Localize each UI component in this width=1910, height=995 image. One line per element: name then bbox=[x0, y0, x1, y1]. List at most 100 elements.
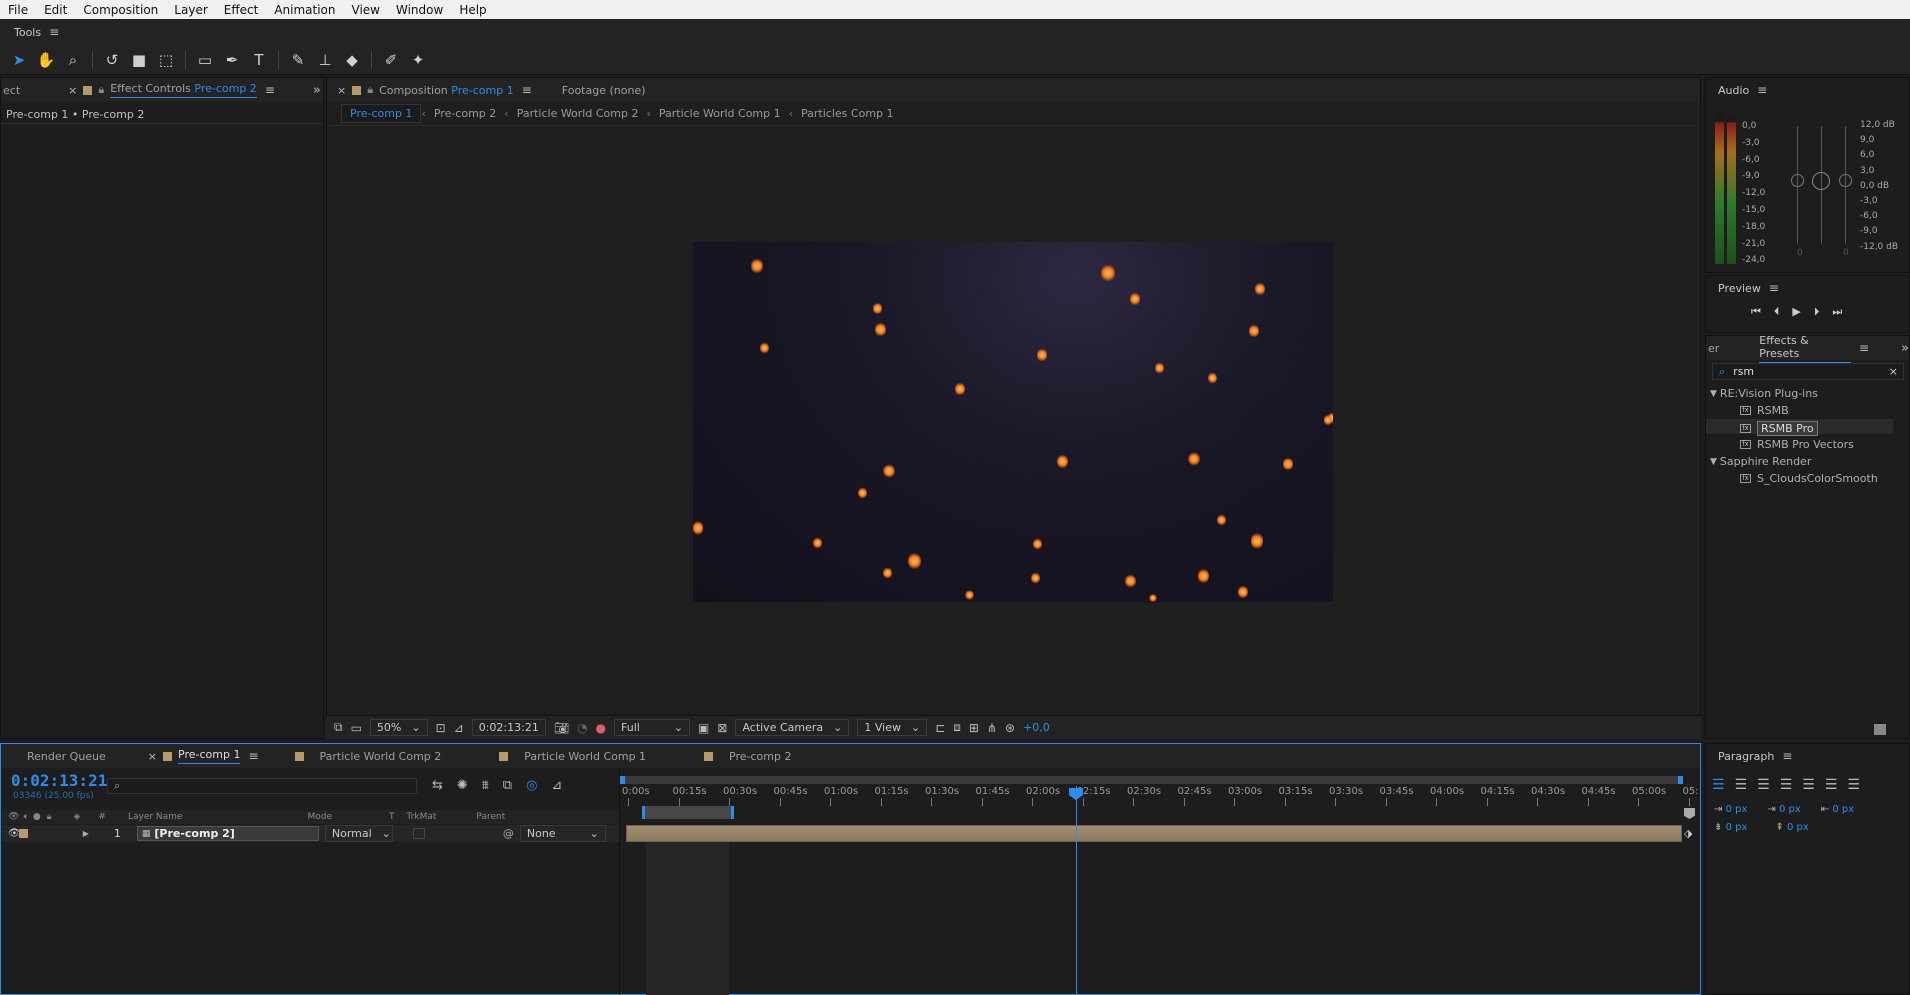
layer-duration-bar[interactable] bbox=[626, 825, 1682, 842]
tab-pre-comp-2[interactable]: Pre-comp 2 bbox=[729, 750, 791, 763]
next-frame-icon[interactable]: ⏵ bbox=[1814, 305, 1820, 319]
selection-icon[interactable]: ➤ bbox=[8, 49, 30, 71]
hand-icon[interactable]: ✋ bbox=[35, 49, 57, 71]
paragraph-menu-icon[interactable]: ≡ bbox=[1782, 749, 1792, 763]
puppet-pin-icon[interactable]: ✦ bbox=[407, 49, 429, 71]
indent-left-field[interactable]: ⇥ 0 px bbox=[1714, 804, 1747, 815]
effects-presets-menu-icon[interactable]: ≡ bbox=[1859, 341, 1869, 355]
last-frame-icon[interactable]: ⏭ bbox=[1832, 305, 1842, 319]
layer-end-icon[interactable]: ⬗ bbox=[1684, 827, 1696, 840]
previous-frame-icon[interactable]: ⏴ bbox=[1774, 305, 1780, 319]
space-after-field[interactable]: ⇞ 0 px bbox=[1775, 822, 1808, 833]
tab-render-queue[interactable]: Render Queue bbox=[27, 750, 106, 763]
prev-tab-label[interactable]: ect bbox=[3, 84, 20, 97]
monitor-icon[interactable]: ▭ bbox=[351, 721, 362, 735]
crumb-pre-comp-2[interactable]: Pre-comp 2 bbox=[426, 107, 504, 120]
lock-icon[interactable]: 🔒︎ bbox=[367, 83, 373, 97]
current-time-indicator-line[interactable] bbox=[1076, 786, 1077, 995]
composition-viewer-frame[interactable] bbox=[693, 242, 1333, 602]
fx-group-sapphire[interactable]: ▼ Sapphire Render bbox=[1710, 455, 1811, 468]
crumb-particle-world-comp-2[interactable]: Particle World Comp 2 bbox=[509, 107, 647, 120]
justify-last-center-icon[interactable]: ☰ bbox=[1802, 777, 1815, 793]
frame-blending-icon[interactable]: ⧉ bbox=[503, 778, 512, 793]
graph-editor-icon[interactable]: ⊿ bbox=[551, 778, 562, 793]
exposure-value[interactable]: +0,0 bbox=[1023, 721, 1050, 734]
menu-view[interactable]: View bbox=[344, 3, 388, 17]
work-area-end-handle[interactable] bbox=[1678, 776, 1683, 784]
menu-effect[interactable]: Effect bbox=[216, 3, 267, 17]
fast-previews-icon[interactable]: ⧈ bbox=[953, 720, 961, 735]
crumb-pre-comp-1[interactable]: Pre-comp 1 bbox=[341, 104, 422, 123]
label-color-swatch[interactable] bbox=[18, 829, 28, 838]
align-center-icon[interactable]: ☰ bbox=[1735, 777, 1748, 793]
audio-slider-knob-center[interactable] bbox=[1812, 172, 1830, 190]
layer-mode-dropdown[interactable]: Normal ⌄ bbox=[324, 825, 393, 842]
justify-last-right-icon[interactable]: ☰ bbox=[1825, 777, 1838, 793]
video-toggle-icon[interactable]: 👁︎ bbox=[8, 812, 19, 822]
rectangle-icon[interactable]: ▭ bbox=[194, 49, 216, 71]
fx-item-rsmb[interactable]: fx RSMB bbox=[1740, 404, 1789, 417]
timeline-icon[interactable]: ⊞ bbox=[969, 721, 979, 735]
lock-icon[interactable]: 🔒︎ bbox=[98, 83, 104, 97]
flowchart-icon[interactable]: ⋔ bbox=[987, 721, 997, 735]
tab-particle-world-comp-2[interactable]: Particle World Comp 2 bbox=[320, 750, 442, 763]
align-right-icon[interactable]: ☰ bbox=[1757, 777, 1770, 793]
align-left-icon[interactable]: ☰ bbox=[1712, 777, 1725, 793]
camera-icon[interactable]: ■ bbox=[128, 49, 150, 71]
rotate-icon[interactable]: ↺ bbox=[101, 49, 123, 71]
region-of-interest-icon[interactable]: ▣ bbox=[698, 721, 709, 735]
shy-layers-icon[interactable]: ⩩ bbox=[482, 778, 489, 793]
tab-composition[interactable]: Composition Pre-comp 1 bbox=[379, 84, 514, 97]
new-bin-icon[interactable] bbox=[1874, 724, 1886, 735]
menu-window[interactable]: Window bbox=[388, 3, 451, 17]
motion-blur-icon[interactable]: ◎ bbox=[526, 778, 537, 793]
play-icon[interactable]: ▶ bbox=[1792, 305, 1800, 319]
close-icon[interactable]: × bbox=[68, 84, 77, 97]
color-channels-icon[interactable]: ● bbox=[596, 721, 606, 735]
prev-tab-label[interactable]: er bbox=[1708, 342, 1719, 355]
work-area-start-handle[interactable] bbox=[620, 776, 625, 784]
expand-triangle-icon[interactable]: ▶ bbox=[83, 829, 89, 838]
label-tag-icon[interactable]: ◈ bbox=[74, 812, 81, 822]
toggle-pixel-aspect-icon[interactable]: ⊏ bbox=[935, 721, 945, 735]
timeline-search-box[interactable]: ⌕ bbox=[107, 778, 417, 794]
fx-item-clouds[interactable]: fx S_CloudsColorSmooth bbox=[1740, 472, 1878, 485]
view-layout-dropdown[interactable]: 1 View ⌄ bbox=[857, 719, 928, 736]
audio-toggle-icon[interactable]: 🔈︎ bbox=[23, 812, 28, 822]
pen-icon[interactable]: ✒ bbox=[221, 49, 243, 71]
preserve-transparency-toggle[interactable] bbox=[412, 828, 425, 839]
tab-effects-presets[interactable]: Effects & Presets bbox=[1759, 334, 1851, 363]
eraser-icon[interactable]: ◆ bbox=[341, 49, 363, 71]
clone-stamp-icon[interactable]: ⊥ bbox=[314, 49, 336, 71]
crumb-particles-comp-1[interactable]: Particles Comp 1 bbox=[793, 107, 901, 120]
audio-slider-knob-left[interactable] bbox=[1791, 174, 1804, 187]
indent-first-field[interactable]: ⇥ 0 px bbox=[1767, 804, 1800, 815]
magnification-dropdown[interactable]: 50% ⌄ bbox=[369, 719, 428, 736]
effects-search-box[interactable]: ⌕ rsm × bbox=[1712, 363, 1904, 380]
current-time-display[interactable]: 0:02:13:21 bbox=[471, 719, 546, 736]
expand-panels-icon[interactable]: » bbox=[313, 83, 321, 98]
tools-menu-icon[interactable]: ≡ bbox=[49, 25, 59, 39]
menu-help[interactable]: Help bbox=[451, 3, 494, 17]
fx-item-rsmb-pro-vectors[interactable]: fx RSMB Pro Vectors bbox=[1740, 438, 1854, 451]
safe-zones-icon[interactable]: ⊿ bbox=[454, 721, 464, 735]
justify-last-left-icon[interactable]: ☰ bbox=[1780, 777, 1793, 793]
reset-exposure-icon[interactable]: ⊛ bbox=[1005, 721, 1015, 735]
comp-flowchart-icon[interactable]: ⇆ bbox=[432, 778, 443, 793]
menu-animation[interactable]: Animation bbox=[266, 3, 343, 17]
close-icon[interactable]: × bbox=[337, 84, 346, 97]
transparency-grid-icon[interactable]: ⊠ bbox=[717, 721, 727, 735]
pickwhip-icon[interactable]: @ bbox=[503, 827, 514, 840]
close-icon[interactable]: × bbox=[148, 750, 157, 763]
menu-layer[interactable]: Layer bbox=[166, 3, 215, 17]
justify-all-icon[interactable]: ☰ bbox=[1847, 777, 1860, 793]
snapshot-camera-icon[interactable]: 📷︎ bbox=[554, 721, 569, 735]
preview-menu-icon[interactable]: ≡ bbox=[1769, 281, 1779, 295]
lock-icon[interactable]: 🔒︎ bbox=[47, 812, 52, 822]
layer-name-cell[interactable]: ▦ [Pre-comp 2] bbox=[136, 826, 319, 841]
pan-behind-icon[interactable]: ⬚ bbox=[155, 49, 177, 71]
roto-brush-icon[interactable]: ✐ bbox=[380, 49, 402, 71]
menu-edit[interactable]: Edit bbox=[36, 3, 75, 17]
fx-group-revision[interactable]: ▼ RE:Vision Plug-ins bbox=[1710, 387, 1818, 400]
camera-view-dropdown[interactable]: Active Camera ⌄ bbox=[735, 719, 850, 736]
